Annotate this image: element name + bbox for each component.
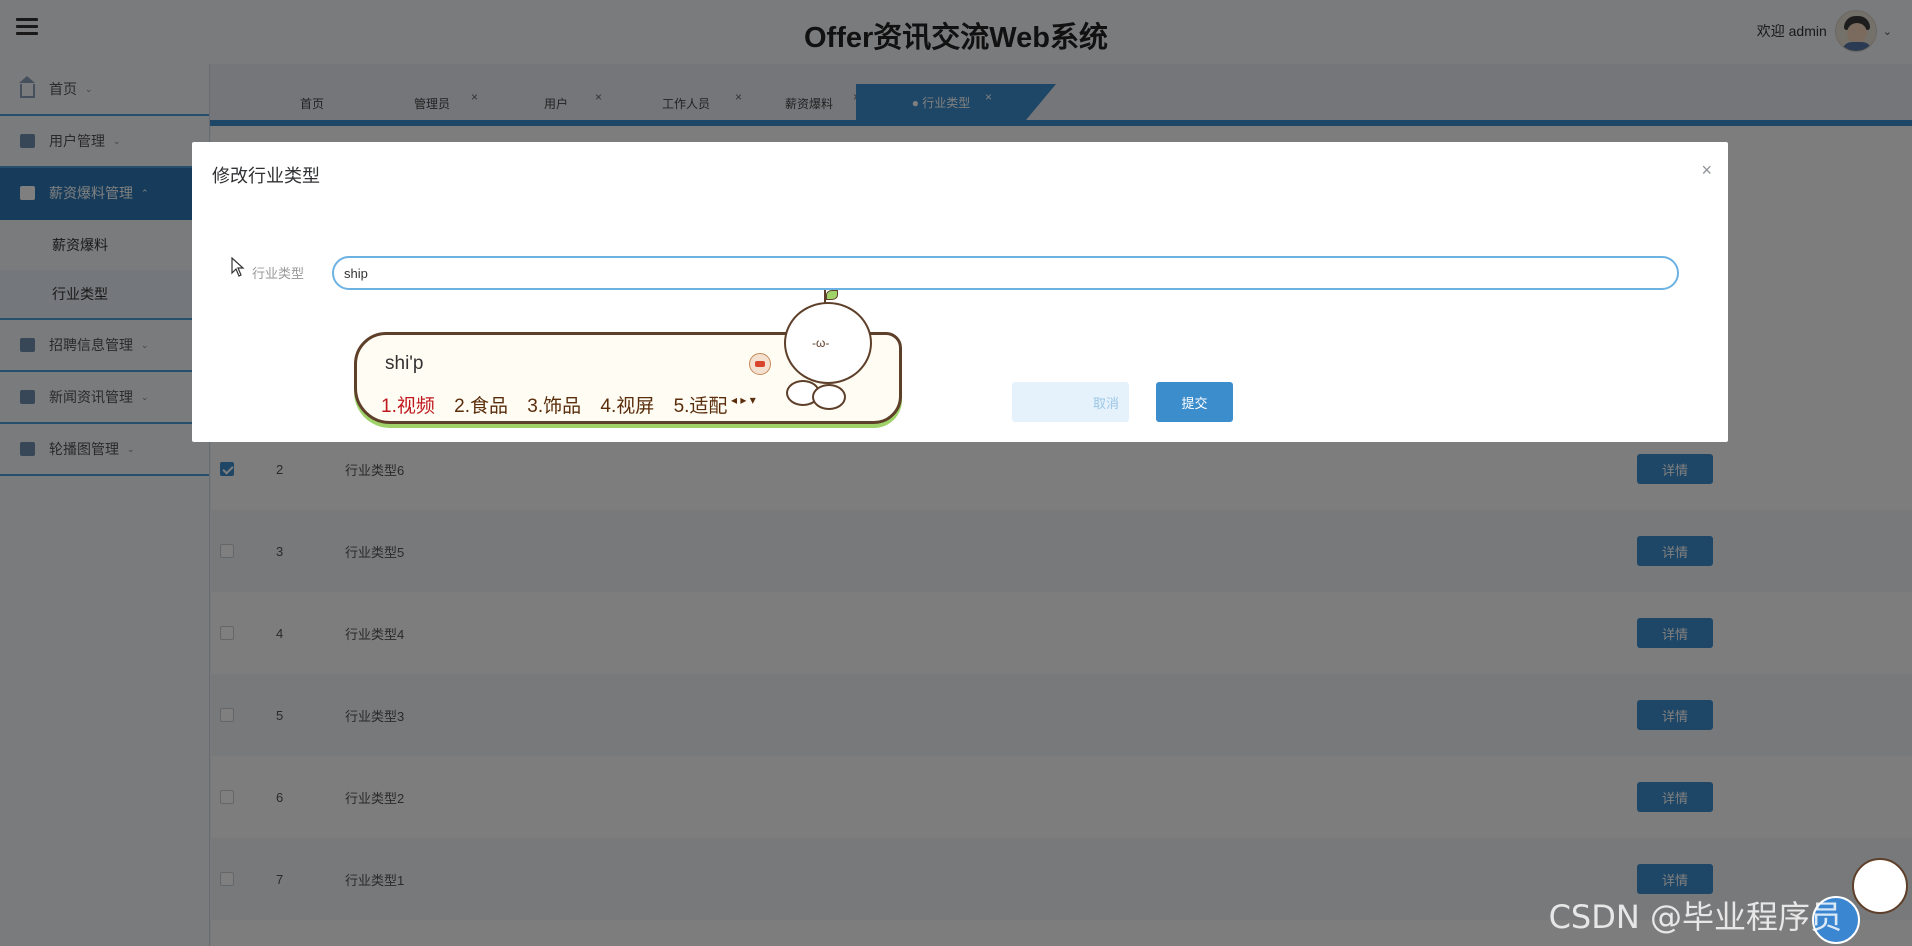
industry-type-label: 行业类型 [252,266,305,281]
dialog-title: 修改行业类型 [212,166,320,186]
close-icon[interactable]: × [1701,160,1712,181]
mascot-decoration-icon [1812,848,1908,944]
mouse-pointer-icon [231,256,245,282]
mascot-face: -ω- [812,336,830,350]
ime-skin-icon[interactable] [749,353,771,375]
ime-candidate[interactable]: 3.饰品 [527,396,581,417]
ime-candidate[interactable]: 1.视频 [381,396,435,417]
ime-candidate-list: 1.视频 2.食品 3.饰品 4.视屏 5.适配 [381,391,741,418]
ime-composition: shi'p [385,353,424,374]
ime-candidate[interactable]: 5.适配 [674,396,728,417]
ime-mascot-icon: -ω- [784,290,876,392]
ime-candidate[interactable]: 4.视屏 [600,396,654,417]
cancel-button[interactable]: 取消 [1012,382,1129,422]
watermark: CSDN @毕业程序员 [1548,898,1842,936]
industry-type-input[interactable] [332,256,1679,290]
ime-page-nav-icon[interactable]: ◂ ▸ ▾ [731,393,756,407]
submit-button[interactable]: 提交 [1156,382,1233,422]
ime-candidate[interactable]: 2.食品 [454,396,508,417]
